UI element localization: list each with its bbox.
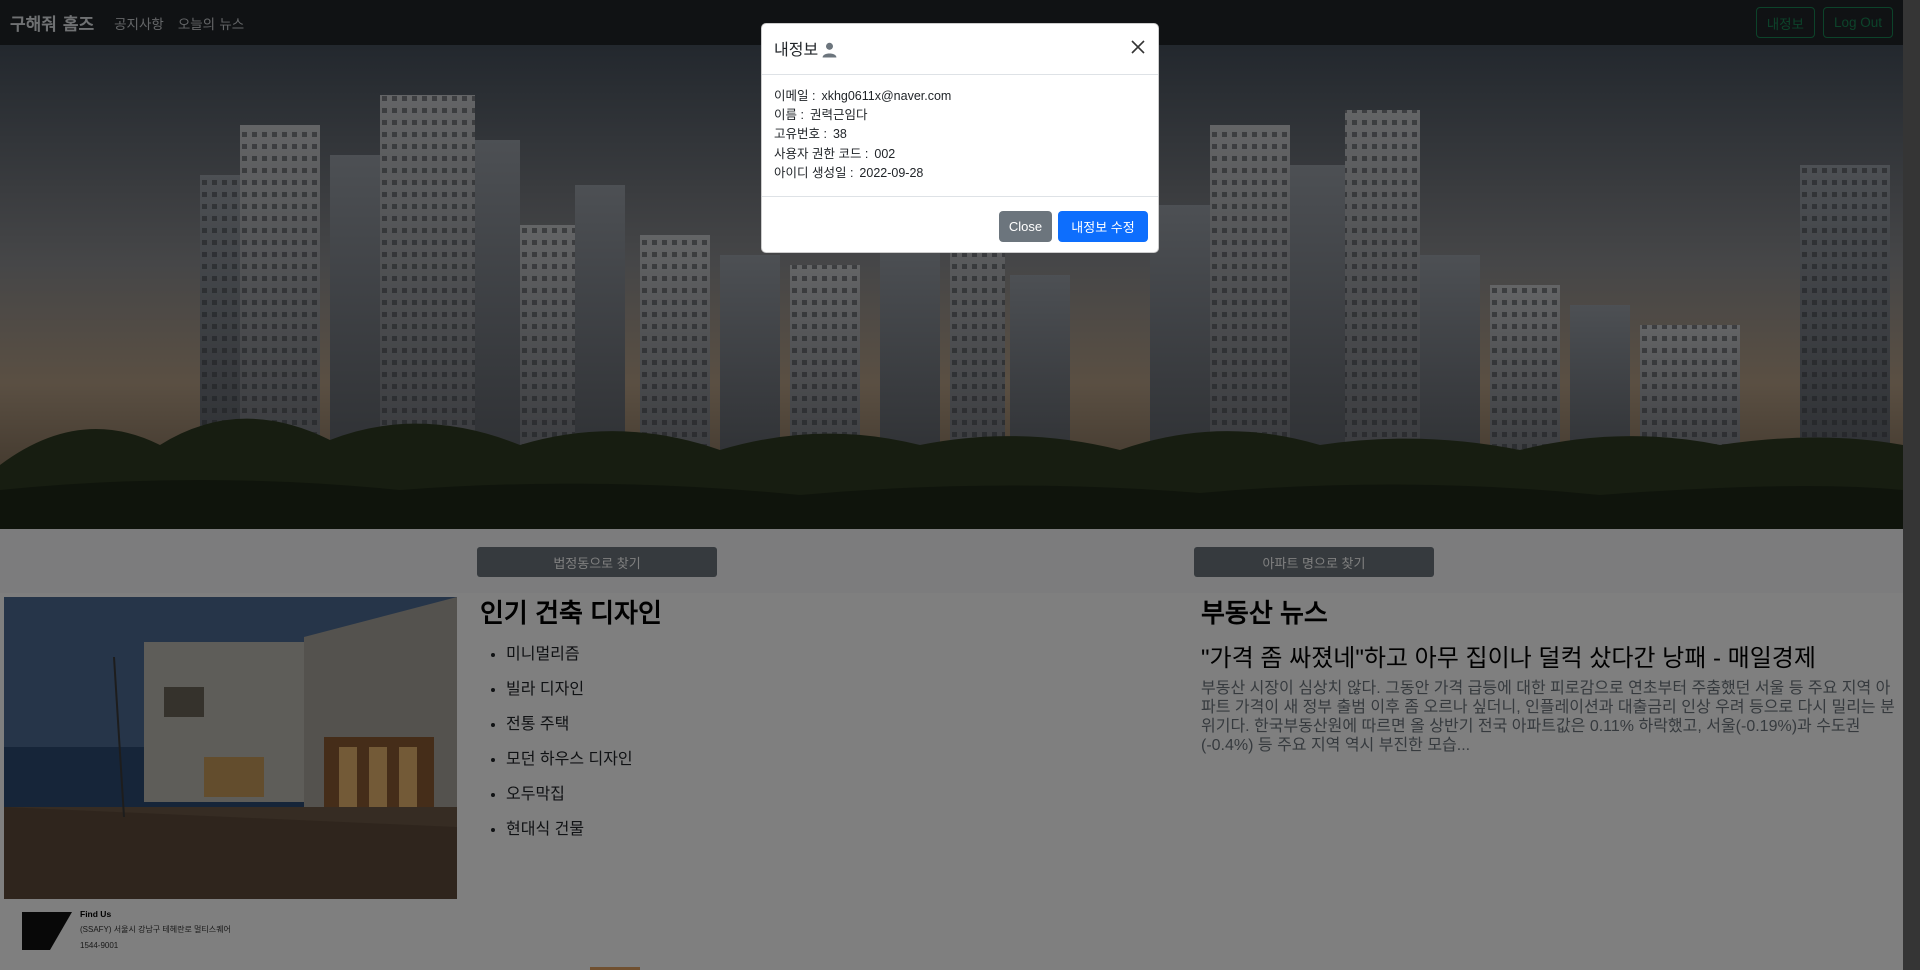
info-label: 아이디 생성일 : <box>774 165 854 180</box>
close-button[interactable]: Close <box>999 211 1052 242</box>
info-value: 002 <box>874 146 896 161</box>
info-row-created: 아이디 생성일 : 2022-09-28 <box>774 164 1146 183</box>
person-icon <box>821 41 838 63</box>
info-label: 이름 : <box>774 108 804 123</box>
info-row-role: 사용자 권한 코드 : 002 <box>774 145 1146 164</box>
info-label: 고유번호 : <box>774 127 827 142</box>
modal-close-icon[interactable] <box>1130 38 1146 60</box>
modal-footer: Close 내정보 수정 <box>762 196 1158 253</box>
modal-title: 내정보 <box>774 36 838 63</box>
edit-info-button[interactable]: 내정보 수정 <box>1058 211 1148 242</box>
info-value: 2022-09-28 <box>859 165 924 180</box>
info-label: 이메일 : <box>774 89 816 103</box>
info-value: 권력근임다 <box>809 108 868 123</box>
my-info-modal: 내정보 이메일 : xkhg0611x@naver.com 이름 : 권력근임다 고… <box>761 23 1159 253</box>
info-value: 38 <box>832 127 847 142</box>
modal-title-text: 내정보 <box>774 41 819 59</box>
modal-header: 내정보 <box>762 24 1158 75</box>
info-row-name: 이름 : 권력근임다 <box>774 106 1146 125</box>
info-value: xkhg0611x@naver.com <box>821 89 952 103</box>
info-label: 사용자 권한 코드 : <box>774 146 869 161</box>
info-row-email: 이메일 : xkhg0611x@naver.com <box>774 87 1146 106</box>
info-row-id: 고유번호 : 38 <box>774 125 1146 144</box>
modal-body: 이메일 : xkhg0611x@naver.com 이름 : 권력근임다 고유번호 … <box>762 75 1158 195</box>
